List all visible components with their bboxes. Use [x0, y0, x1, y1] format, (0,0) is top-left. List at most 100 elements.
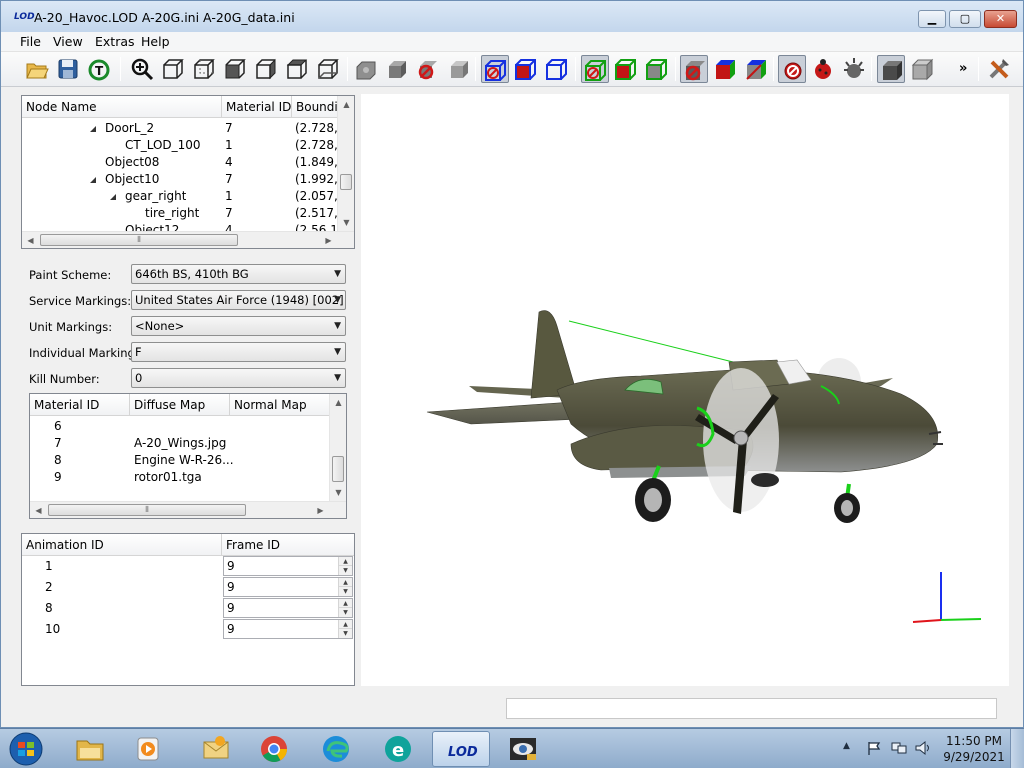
- dark-cube-icon[interactable]: [877, 55, 905, 83]
- rgb-cube-alt-icon[interactable]: [742, 55, 770, 83]
- bug-red-icon[interactable]: [778, 55, 806, 83]
- menu-view[interactable]: View: [49, 34, 87, 49]
- tree-row[interactable]: ◢ gear_right 1 (2.057,-1: [22, 188, 338, 205]
- taskbar-media-player[interactable]: [119, 731, 177, 767]
- scroll-right-icon[interactable]: ▶: [320, 232, 337, 248]
- taskbar-file-explorer[interactable]: [61, 731, 119, 767]
- tree-row[interactable]: ◢ Object10 7 (1.992,-2: [22, 171, 338, 188]
- stepper-down-icon[interactable]: ▼: [339, 608, 352, 617]
- stepper-down-icon[interactable]: ▼: [339, 629, 352, 638]
- stepper-up-icon[interactable]: ▲: [339, 557, 352, 566]
- stepper-up-icon[interactable]: ▲: [339, 599, 352, 608]
- tree-hscrollbar[interactable]: ◀ ⦀ ▶: [22, 231, 354, 248]
- stepper-down-icon[interactable]: ▼: [339, 566, 352, 575]
- tree-vscroll-thumb[interactable]: [340, 174, 352, 190]
- scroll-left-icon[interactable]: ◀: [30, 502, 47, 518]
- render-hide-icon[interactable]: [414, 55, 442, 83]
- menu-file[interactable]: File: [16, 34, 45, 49]
- col-animation-id[interactable]: Animation ID: [22, 534, 222, 556]
- taskbar-outlook[interactable]: [187, 731, 245, 767]
- view-cube-top-icon[interactable]: [283, 55, 311, 83]
- ladybug-icon[interactable]: [809, 55, 837, 83]
- animation-list[interactable]: Animation ID Frame ID 1 9 ▲ ▼ 2 9 ▲ ▼ 8 …: [21, 533, 355, 686]
- collapse-triangle-icon[interactable]: ◢: [90, 171, 96, 188]
- render-wire-icon[interactable]: [445, 55, 473, 83]
- list-item[interactable]: 7 A-20_Wings.jpg: [30, 435, 330, 452]
- tree-vscrollbar[interactable]: ▲ ▼: [337, 96, 354, 231]
- tree-row[interactable]: ◢ DoorL_2 7 (2.728,-1: [22, 120, 338, 137]
- list-item[interactable]: 8 Engine W-R-26...: [30, 452, 330, 469]
- taskbar-eset[interactable]: e: [369, 731, 427, 767]
- close-button[interactable]: ✕: [984, 10, 1017, 28]
- materials-list[interactable]: Material ID Diffuse Map Normal Map 6 7 A…: [29, 393, 347, 519]
- kill-number-select[interactable]: 0 ▼: [131, 368, 346, 388]
- rgb-cube-icon[interactable]: [711, 55, 739, 83]
- bbox-red-green-icon[interactable]: [581, 55, 609, 83]
- action-center-flag-icon[interactable]: [866, 740, 882, 756]
- collapse-triangle-icon[interactable]: ◢: [90, 120, 96, 137]
- scroll-up-icon[interactable]: ▲: [330, 394, 346, 411]
- scroll-left-icon[interactable]: ◀: [22, 232, 39, 248]
- bbox-blue-icon[interactable]: [512, 55, 540, 83]
- taskbar-eye-app[interactable]: [494, 731, 552, 767]
- render-flat-icon[interactable]: [383, 55, 411, 83]
- col-normal-map[interactable]: Normal Map: [230, 394, 330, 416]
- menu-extras[interactable]: Extras: [91, 34, 139, 49]
- scroll-up-icon[interactable]: ▲: [338, 96, 354, 113]
- bbox-red-blue-icon[interactable]: [481, 55, 509, 83]
- stepper-down-icon[interactable]: ▼: [339, 587, 352, 596]
- list-item[interactable]: 6: [30, 418, 330, 435]
- title-bar[interactable]: LOD A-20_Havoc.LOD A-20G.ini A-20G_data.…: [1, 1, 1023, 32]
- taskbar-chrome[interactable]: [245, 731, 303, 767]
- col-material-id[interactable]: Material ID: [222, 96, 292, 118]
- toolbar-overflow-button[interactable]: »: [959, 61, 967, 76]
- frame-id-stepper[interactable]: 9 ▲ ▼: [223, 556, 353, 576]
- list-item[interactable]: 9 rotor01.tga: [30, 469, 330, 486]
- node-tree[interactable]: Node Name Material ID Boundir ◢ DoorL_2 …: [21, 95, 355, 249]
- minimize-button[interactable]: ▁: [918, 10, 946, 28]
- bbox-green-solid-icon[interactable]: [612, 55, 640, 83]
- explosion-icon[interactable]: [840, 55, 868, 83]
- scroll-right-icon[interactable]: ▶: [312, 502, 329, 518]
- axes-toggle-icon[interactable]: [680, 55, 708, 83]
- materials-vscroll-thumb[interactable]: [332, 456, 344, 482]
- menu-help[interactable]: Help: [137, 34, 174, 49]
- col-material-id[interactable]: Material ID: [30, 394, 130, 416]
- open-folder-icon[interactable]: [23, 55, 51, 83]
- materials-hscroll-thumb[interactable]: ⦀: [48, 504, 246, 516]
- collapse-triangle-icon[interactable]: ◢: [110, 188, 116, 205]
- col-node-name[interactable]: Node Name: [22, 96, 222, 118]
- show-desktop-button[interactable]: [1010, 729, 1024, 768]
- settings-tools-icon[interactable]: [985, 55, 1013, 83]
- materials-vscrollbar[interactable]: ▲ ▼: [329, 394, 346, 501]
- view-cube-right-icon[interactable]: [252, 55, 280, 83]
- stepper-up-icon[interactable]: ▲: [339, 620, 352, 629]
- bbox-outline-blue-icon[interactable]: [543, 55, 571, 83]
- materials-hscrollbar[interactable]: ◀ ⦀ ▶: [30, 501, 346, 518]
- frame-id-stepper[interactable]: 9 ▲ ▼: [223, 577, 353, 597]
- view-cube-back-icon[interactable]: [190, 55, 218, 83]
- taskbar-edge[interactable]: [307, 731, 365, 767]
- unit-markings-select[interactable]: <None> ▼: [131, 316, 346, 336]
- save-disk-icon[interactable]: [54, 55, 82, 83]
- volume-icon[interactable]: [914, 740, 932, 756]
- clock-date[interactable]: 9/29/2021: [940, 750, 1008, 764]
- bbox-green-outline-icon[interactable]: [643, 55, 671, 83]
- texture-reload-icon[interactable]: T: [85, 55, 113, 83]
- paint-scheme-select[interactable]: 646th BS, 410th BG ▼: [131, 264, 346, 284]
- col-frame-id[interactable]: Frame ID: [222, 534, 354, 556]
- network-icon[interactable]: [890, 740, 908, 756]
- 3d-viewport[interactable]: [361, 94, 1009, 686]
- view-cube-front-icon[interactable]: [159, 55, 187, 83]
- tree-row[interactable]: CT_LOD_100 1 (2.728,-1: [22, 137, 338, 154]
- light-cube-icon[interactable]: [908, 55, 936, 83]
- view-cube-left-icon[interactable]: [221, 55, 249, 83]
- tree-row[interactable]: tire_right 7 (2.517,-1: [22, 205, 338, 222]
- clock-time[interactable]: 11:50 PM: [940, 734, 1008, 748]
- scroll-down-icon[interactable]: ▼: [338, 214, 354, 231]
- stepper-up-icon[interactable]: ▲: [339, 578, 352, 587]
- taskbar-lod-viewer[interactable]: LOD: [432, 731, 490, 767]
- service-markings-select[interactable]: United States Air Force (1948) [002] ▼: [131, 290, 346, 310]
- tree-hscroll-thumb[interactable]: ⦀: [40, 234, 238, 246]
- individual-markings-select[interactable]: F ▼: [131, 342, 346, 362]
